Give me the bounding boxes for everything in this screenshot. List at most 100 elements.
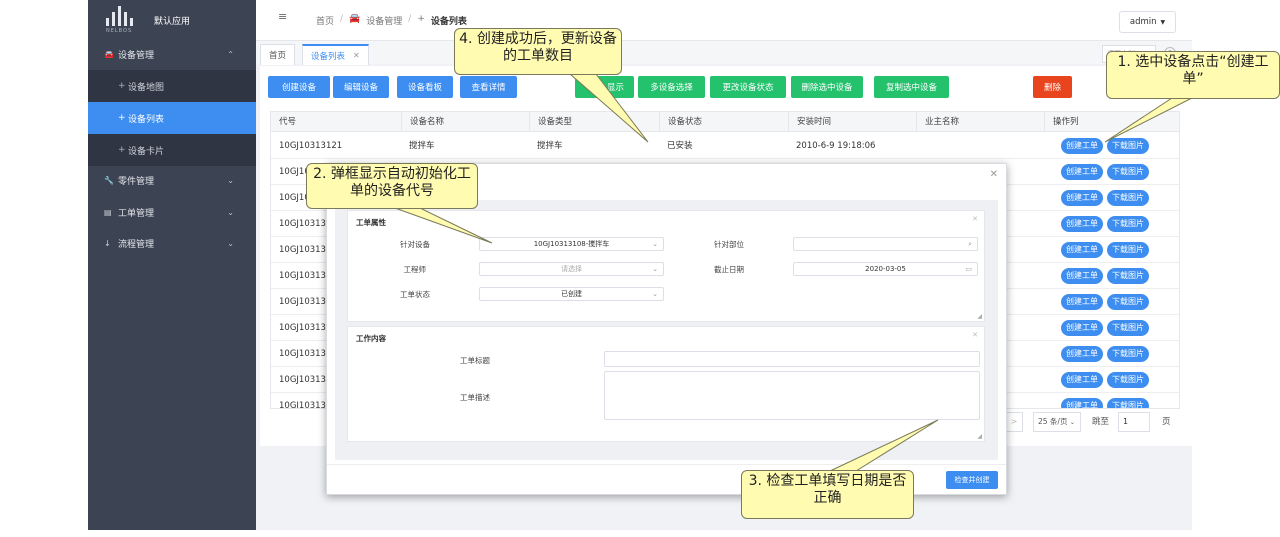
breadcrumb-device-management[interactable]: 设备管理 [366, 14, 402, 27]
deadline-date-input[interactable]: 2020-03-05 ▭ [793, 262, 978, 276]
chevron-down-icon: ⌄ [227, 208, 234, 217]
show-button[interactable]: 显示 [575, 76, 634, 98]
create-workorder-button[interactable]: 创建工单 [1061, 242, 1103, 258]
logo: NELBOS 默认应用 [106, 6, 246, 36]
menu-group-label: 工单管理 [118, 209, 155, 219]
logo-mark-icon [106, 6, 140, 26]
hamburger-icon[interactable]: ≡ [278, 10, 287, 23]
chevron-down-icon: ⌄ [652, 240, 658, 248]
change-status-button[interactable]: 更改设备状态 [710, 76, 786, 98]
callout-3: 3. 检查工单填写日期是否正确 [741, 470, 914, 519]
create-workorder-button[interactable]: 创建工单 [1061, 190, 1103, 206]
close-icon[interactable]: ✕ [353, 51, 360, 60]
create-workorder-button[interactable]: 创建工单 [1061, 294, 1103, 310]
engineer-label: 工程师 [403, 265, 427, 274]
close-icon[interactable]: ✕ [972, 215, 978, 223]
download-image-button[interactable]: 下载图片 [1107, 242, 1149, 258]
status-select[interactable]: 已创建 ⌄ [479, 287, 664, 301]
download-image-button[interactable]: 下载图片 [1107, 138, 1149, 154]
row-actions: 创建工单 下载图片 [1061, 346, 1149, 362]
page-unit-label: 页 [1162, 417, 1171, 427]
create-workorder-button[interactable]: 创建工单 [1061, 346, 1103, 362]
col-code[interactable]: 代号 [271, 112, 401, 132]
header: ≡ 首页 / 🚘 设备管理 / + 设备列表 admin ▼ [256, 0, 1192, 40]
download-image-button[interactable]: 下载图片 [1107, 268, 1149, 284]
delete-button[interactable]: 删除 [1033, 76, 1072, 98]
download-image-button[interactable]: 下载图片 [1107, 294, 1149, 310]
title-input[interactable] [604, 351, 980, 367]
create-device-button[interactable]: 创建设备 [268, 76, 330, 98]
desc-textarea[interactable] [604, 371, 980, 420]
tab-device-list[interactable]: 设备列表 ✕ [302, 44, 369, 65]
view-detail-button[interactable]: 查看详情 [460, 76, 517, 98]
col-type[interactable]: 设备类型 [529, 112, 659, 132]
arrow-down-icon: ↓ [104, 239, 111, 248]
download-image-button[interactable]: 下载图片 [1107, 216, 1149, 232]
sidebar-item-device-card[interactable]: + 设备卡片 [88, 134, 256, 166]
create-workorder-button[interactable]: 创建工单 [1061, 320, 1103, 336]
cell-code: 10GJ103131 [279, 401, 332, 409]
resize-handle-icon[interactable]: ◢ [977, 313, 982, 320]
resize-handle-icon[interactable]: ◢ [977, 433, 982, 440]
desc-label: 工单描述 [460, 393, 490, 402]
callout-4: 4. 创建成功后，更新设备的工单数目 [454, 28, 622, 75]
car-icon: 🚘 [104, 50, 114, 59]
device-board-button[interactable]: 设备看板 [397, 76, 453, 98]
cell-status: 已安装 [667, 141, 693, 151]
next-page-button[interactable]: > [1005, 412, 1023, 432]
download-image-button[interactable]: 下载图片 [1107, 190, 1149, 206]
download-image-button[interactable]: 下载图片 [1107, 164, 1149, 180]
row-actions: 创建工单 下载图片 [1061, 320, 1149, 336]
check-and-create-button[interactable]: 检查并创建 [946, 471, 998, 489]
col-status[interactable]: 设备状态 [659, 112, 788, 132]
workorder-attributes-panel: 工单属性 ✕ 针对设备 10GJ10313108-搅拌车 ⌄ 针对部位 ⌕ 工程… [347, 210, 985, 322]
create-workorder-button[interactable]: 创建工单 [1061, 164, 1103, 180]
page-size-select[interactable]: 25 条/页 ⌄ [1033, 412, 1081, 432]
chevron-down-icon: ⌄ [652, 290, 658, 298]
download-image-button[interactable]: 下载图片 [1107, 372, 1149, 388]
breadcrumb-home[interactable]: 首页 [316, 14, 334, 27]
col-install-time[interactable]: 安装时间 [788, 112, 916, 132]
menu-group-label: 设备管理 [118, 51, 155, 61]
download-image-button[interactable]: 下载图片 [1107, 398, 1149, 408]
sidebar-item-device-map[interactable]: + 设备地图 [88, 70, 256, 102]
section-title: 工单属性 [356, 218, 386, 227]
part-search-input[interactable]: ⌕ [793, 237, 978, 251]
breadcrumb: 首页 / 🚘 设备管理 / + 设备列表 [316, 14, 467, 27]
menu-group-process[interactable]: ↓ 流程管理 ⌄ [88, 228, 256, 259]
close-icon[interactable]: ✕ [990, 169, 998, 180]
create-workorder-button[interactable]: 创建工单 [1061, 372, 1103, 388]
page-number-input[interactable]: 1 [1118, 412, 1150, 432]
tab-home[interactable]: 首页 [260, 44, 296, 65]
breadcrumb-separator: / [340, 14, 344, 24]
user-menu-button[interactable]: admin ▼ [1119, 11, 1176, 33]
menu-group-workorder[interactable]: ▤ 工单管理 ⌄ [88, 197, 256, 228]
tab-bar: 首页 设备列表 ✕ 返回定制 ? [256, 40, 1192, 65]
download-image-button[interactable]: 下载图片 [1107, 346, 1149, 362]
cell-code: 10GJ103131 [279, 349, 332, 359]
cell-code: 10GJ10313121 [279, 141, 343, 151]
close-icon[interactable]: ✕ [972, 331, 978, 339]
menu-group-device[interactable]: 🚘 设备管理 ⌃ [88, 39, 256, 70]
sidebar-item-device-list[interactable]: + 设备列表 [88, 102, 256, 134]
create-workorder-button[interactable]: 创建工单 [1061, 398, 1103, 408]
col-owner[interactable]: 业主名称 [916, 112, 1044, 132]
download-image-button[interactable]: 下载图片 [1107, 320, 1149, 336]
device-select[interactable]: 10GJ10313108-搅拌车 ⌄ [479, 237, 664, 251]
sidebar-item-label: 设备地图 [128, 82, 165, 93]
delete-selected-button[interactable]: 删除选中设备 [791, 76, 863, 98]
engineer-placeholder: 请选择 [561, 265, 582, 273]
create-workorder-button[interactable]: 创建工单 [1061, 216, 1103, 232]
create-workorder-button[interactable]: 创建工单 [1061, 268, 1103, 284]
menu-group-parts[interactable]: 🔧 零件管理 ⌄ [88, 165, 256, 196]
engineer-select[interactable]: 请选择 ⌄ [479, 262, 664, 276]
create-workorder-button[interactable]: 创建工单 [1061, 138, 1103, 154]
edit-device-button[interactable]: 编辑设备 [333, 76, 389, 98]
table-row[interactable]: 10GJ10313121 搅拌车 搅拌车 已安装 2010-6-9 19:18:06 创建… [271, 133, 1179, 159]
calendar-icon: ▭ [965, 265, 972, 273]
col-name[interactable]: 设备名称 [401, 112, 529, 132]
multi-select-button[interactable]: 多设备选择 [638, 76, 705, 98]
copy-selected-button[interactable]: 复制选中设备 [874, 76, 949, 98]
part-label: 针对部位 [714, 240, 744, 249]
user-name: admin [1129, 17, 1157, 27]
